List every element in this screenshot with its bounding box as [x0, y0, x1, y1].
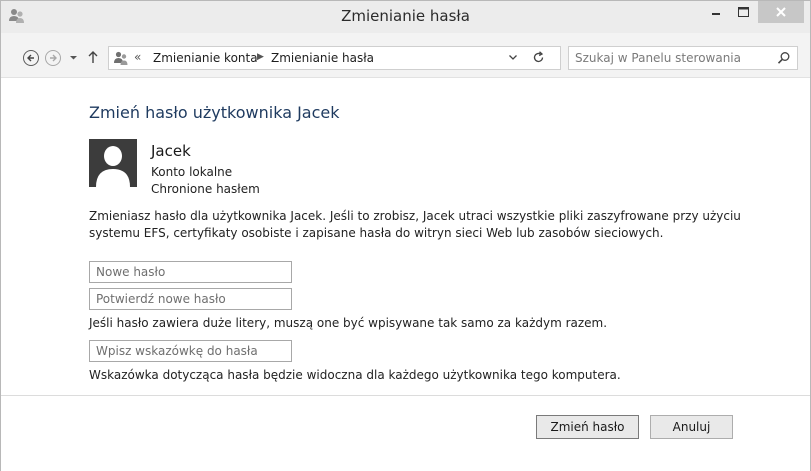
maximize-icon	[737, 7, 749, 17]
close-icon	[776, 7, 786, 17]
navigation-bar: « Zmienianie konta ▶ Zmienianie hasła	[1, 33, 810, 78]
user-name: Jacek	[151, 142, 191, 160]
warning-description: Zmieniasz hasło dla użytkownika Jacek. J…	[89, 209, 741, 240]
recent-locations-icon[interactable]	[69, 53, 78, 62]
confirm-password-field[interactable]	[89, 288, 292, 310]
breadcrumb-arrow-icon[interactable]: ▶	[257, 52, 264, 62]
search-box[interactable]	[568, 46, 798, 70]
forward-button[interactable]	[45, 50, 61, 66]
breadcrumb-zmienianie-konta[interactable]: Zmienianie konta	[153, 51, 258, 65]
arrow-up-icon[interactable]	[87, 50, 99, 64]
main-content: Zmień hasło użytkownika Jacek Jacek Kont…	[1, 78, 810, 394]
case-sensitivity-note: Jeśli hasło zawiera duże litery, muszą o…	[89, 316, 608, 330]
title-bar[interactable]: Zmienianie hasła	[1, 1, 810, 33]
account-type: Konto lokalne	[151, 165, 233, 179]
change-password-button[interactable]: Zmień hasło	[536, 415, 639, 439]
users-icon	[9, 9, 24, 23]
maximize-button[interactable]	[729, 1, 757, 23]
page-title: Zmień hasło użytkownika Jacek	[89, 103, 340, 122]
refresh-icon[interactable]	[532, 51, 545, 64]
back-button[interactable]	[23, 50, 39, 66]
change-password-window: Zmienianie hasła « Zmienianie konta ▶ Zm…	[0, 0, 811, 471]
users-icon	[114, 51, 128, 65]
close-button[interactable]	[758, 1, 804, 23]
cancel-button[interactable]: Anuluj	[650, 415, 733, 439]
password-hint-field[interactable]	[89, 340, 292, 362]
chevron-down-icon[interactable]	[508, 52, 518, 62]
breadcrumb-zmienianie-hasla[interactable]: Zmienianie hasła	[271, 51, 374, 65]
address-bar[interactable]: « Zmienianie konta ▶ Zmienianie hasła	[108, 46, 561, 70]
minimize-icon	[711, 13, 720, 15]
user-avatar	[89, 139, 137, 187]
new-password-field[interactable]	[89, 261, 292, 283]
user-silhouette-icon	[89, 139, 137, 187]
dialog-footer: Zmień hasło Anuluj	[1, 395, 810, 471]
minimize-button[interactable]	[702, 1, 729, 23]
arrow-right-icon	[50, 54, 57, 62]
address-overflow[interactable]: «	[134, 50, 141, 64]
arrow-left-icon	[27, 54, 34, 62]
search-input[interactable]	[575, 50, 765, 66]
window-title: Zmienianie hasła	[341, 7, 470, 25]
password-protection-status: Chronione hasłem	[151, 182, 260, 196]
search-icon[interactable]	[777, 51, 791, 65]
hint-visibility-note: Wskazówka dotycząca hasła będzie widoczn…	[89, 368, 621, 382]
